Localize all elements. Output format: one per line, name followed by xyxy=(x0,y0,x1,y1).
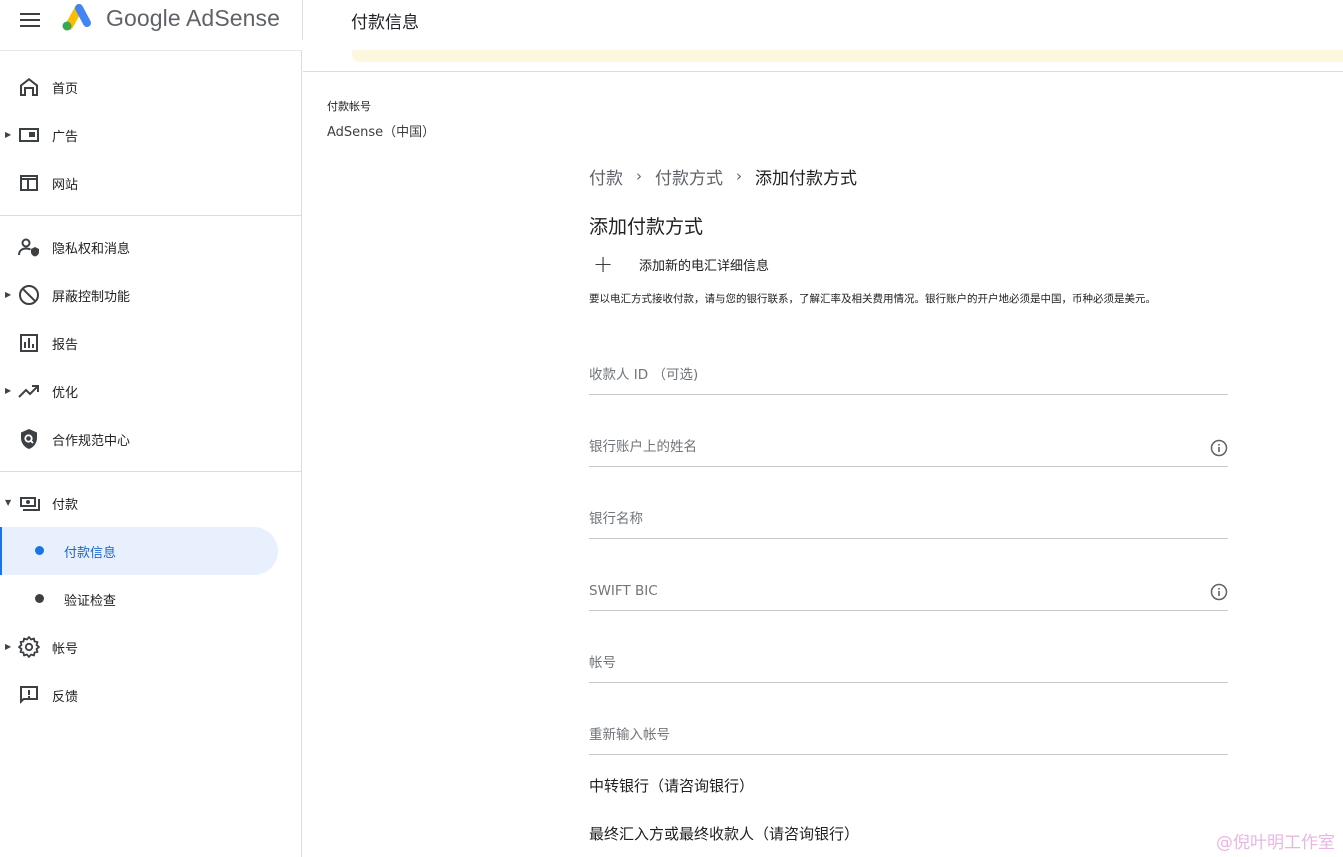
payments-icon xyxy=(20,497,40,511)
policy-center-icon xyxy=(21,429,37,449)
block-icon xyxy=(19,285,39,305)
sidebar-nav: 首页 ▶ 广告 网站 隐私权和消息 ▶ 屏蔽控制功能 报告 ▶ 优化 合作规范中… xyxy=(0,50,302,857)
privacy-icon xyxy=(18,238,39,257)
sidebar-subitem-label: 验证检查 xyxy=(64,594,117,609)
account-holder-name-field[interactable] xyxy=(589,427,1228,467)
home-icon xyxy=(20,78,38,96)
breadcrumb-payment-methods[interactable]: 付款方式 xyxy=(655,164,723,189)
bank-name-input[interactable] xyxy=(589,511,1189,527)
sidebar-item-ads[interactable]: ▶ 广告 xyxy=(0,111,302,159)
bank-name-field[interactable] xyxy=(589,499,1228,539)
settings-icon xyxy=(18,636,40,658)
plus-icon: + xyxy=(592,250,614,278)
chevron-right-icon: › xyxy=(636,167,642,185)
sidebar-item-label: 报告 xyxy=(52,338,79,353)
account-holder-name-input[interactable] xyxy=(589,439,1189,455)
sidebar-item-label: 屏蔽控制功能 xyxy=(52,290,131,305)
sidebar-item-reports[interactable]: 报告 xyxy=(0,319,302,367)
sidebar-item-optimization[interactable]: ▶ 优化 xyxy=(0,367,302,415)
info-icon[interactable] xyxy=(1210,583,1228,601)
topbar-divider xyxy=(302,0,303,40)
watermark: @倪叶明工作室 xyxy=(1216,833,1335,853)
sidebar-item-label: 优化 xyxy=(52,386,79,401)
sidebar-item-blocking-controls[interactable]: ▶ 屏蔽控制功能 xyxy=(0,271,302,319)
expand-arrow-icon: ▶ xyxy=(5,130,12,139)
sidebar-item-label: 付款 xyxy=(52,498,79,513)
section-title: 添加付款方式 xyxy=(589,216,704,238)
sidebar-item-home[interactable]: 首页 xyxy=(0,63,302,111)
ads-icon xyxy=(19,128,39,142)
sidebar-item-label: 帐号 xyxy=(52,642,79,657)
bullet-icon xyxy=(35,594,44,603)
sidebar-subitem-verification[interactable]: 验证检查 xyxy=(0,575,278,623)
sidebar-subitem-label: 付款信息 xyxy=(64,546,117,561)
sidebar-item-label: 广告 xyxy=(52,130,79,145)
payment-account-label: 付款帐号 xyxy=(327,100,371,113)
top-app-bar: Google AdSense 付款信息 xyxy=(0,0,1343,50)
notification-banner xyxy=(352,50,1343,62)
account-number-field[interactable] xyxy=(589,643,1228,683)
swift-bic-field[interactable] xyxy=(589,571,1228,611)
confirm-account-number-field[interactable] xyxy=(589,715,1228,755)
final-beneficiary-heading: 最终汇入方或最终收款人（请咨询银行） xyxy=(589,825,860,843)
info-icon[interactable] xyxy=(1210,439,1228,457)
add-wire-transfer-label: 添加新的电汇详细信息 xyxy=(639,258,770,274)
payee-id-input[interactable] xyxy=(589,367,1189,383)
bullet-icon xyxy=(35,546,44,555)
breadcrumb-add-payment-method: 添加付款方式 xyxy=(755,168,857,189)
breadcrumb: 付款 › 付款方式 › 添加付款方式 xyxy=(589,164,857,189)
payee-id-field[interactable] xyxy=(589,355,1228,395)
feedback-icon xyxy=(20,686,38,704)
trending-up-icon xyxy=(18,385,39,398)
sidebar-item-policy-center[interactable]: 合作规范中心 xyxy=(0,415,302,463)
add-wire-transfer-button[interactable]: + 添加新的电汇详细信息 xyxy=(589,250,849,278)
sidebar-divider xyxy=(0,471,302,472)
hamburger-menu-icon xyxy=(20,13,40,27)
adsense-logo-icon xyxy=(62,4,91,31)
sidebar-item-payments[interactable]: ▼ 付款 xyxy=(0,479,302,527)
reports-icon xyxy=(20,334,38,352)
payment-account-value: AdSense（中国） xyxy=(327,125,436,140)
sidebar-item-sites[interactable]: 网站 xyxy=(0,159,302,207)
intermediary-bank-heading: 中转银行（请咨询银行） xyxy=(589,777,755,795)
sidebar-item-label: 反馈 xyxy=(52,690,79,705)
expand-arrow-icon: ▶ xyxy=(5,642,12,651)
sidebar-subitem-payment-info[interactable]: 付款信息 xyxy=(0,527,278,575)
sidebar-item-privacy[interactable]: 隐私权和消息 xyxy=(0,223,302,271)
expand-arrow-icon: ▶ xyxy=(5,386,12,395)
sidebar-item-account[interactable]: ▶ 帐号 xyxy=(0,623,302,671)
main-menu-button[interactable] xyxy=(14,6,46,34)
sidebar-item-label: 隐私权和消息 xyxy=(52,242,131,257)
wire-transfer-notice: 要以电汇方式接收付款，请与您的银行联系，了解汇率及相关费用情况。银行账户的开户地… xyxy=(589,293,1156,305)
confirm-account-number-input[interactable] xyxy=(589,727,1189,743)
chevron-right-icon: › xyxy=(736,167,742,185)
sidebar-item-label: 合作规范中心 xyxy=(52,434,131,449)
sidebar-item-feedback[interactable]: 反馈 xyxy=(0,671,302,719)
sidebar-divider xyxy=(0,215,302,216)
brand-name: Google AdSense xyxy=(106,5,281,31)
sites-icon xyxy=(20,175,38,191)
collapse-arrow-icon: ▼ xyxy=(5,498,12,507)
page-title: 付款信息 xyxy=(351,13,419,33)
content-divider xyxy=(303,71,1343,72)
sidebar-item-label: 网站 xyxy=(52,178,79,193)
expand-arrow-icon: ▶ xyxy=(5,290,12,299)
breadcrumb-payments[interactable]: 付款 xyxy=(589,164,623,189)
account-number-input[interactable] xyxy=(589,655,1189,671)
swift-bic-input[interactable] xyxy=(589,583,1189,599)
sidebar-item-label: 首页 xyxy=(52,82,79,97)
